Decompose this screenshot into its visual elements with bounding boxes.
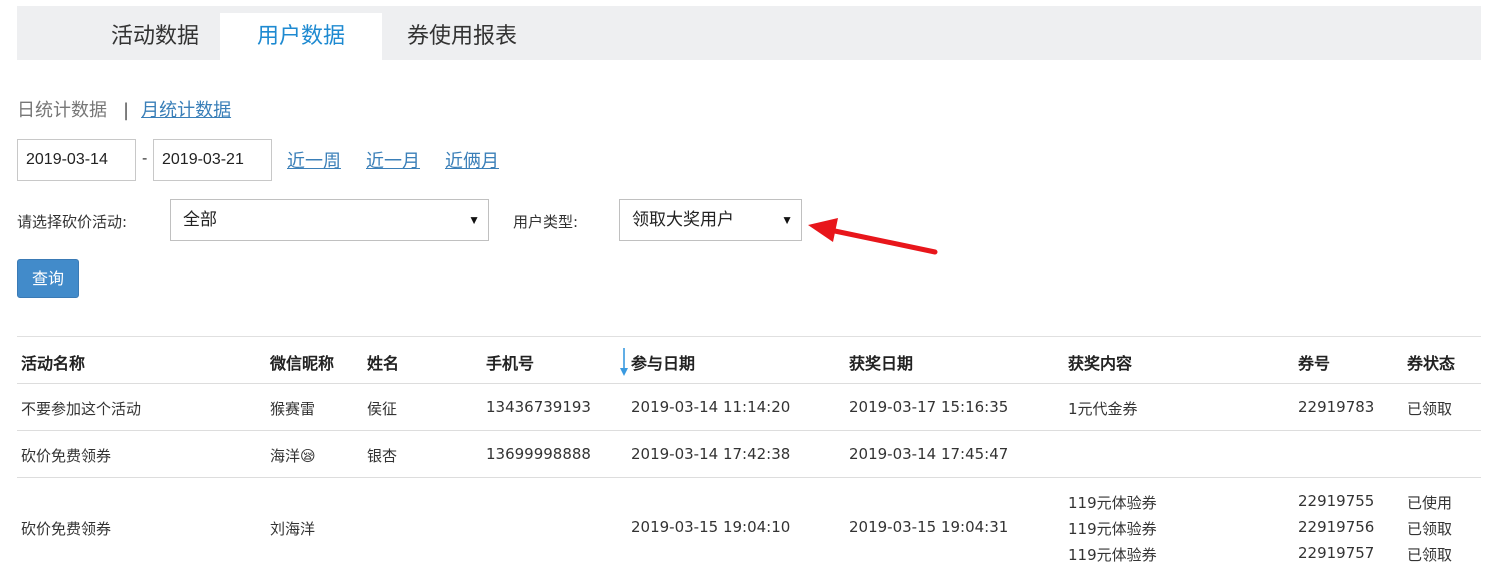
cell-prize-content: 119元体验券 bbox=[1068, 494, 1157, 512]
cell-win-date: 2019-03-17 15:16:35 bbox=[849, 398, 1009, 416]
activity-select-label: 请选择砍价活动: bbox=[17, 213, 128, 231]
user-type-select-value: 领取大奖用户 bbox=[632, 210, 734, 230]
cell-join-date: 2019-03-15 19:04:10 bbox=[631, 518, 791, 536]
cell-coupon-number: 22919756 bbox=[1298, 518, 1375, 536]
col-phone[interactable]: 手机号 bbox=[486, 350, 534, 374]
cell-prize-content: 119元体验券 bbox=[1068, 546, 1157, 564]
cell-nickname: 猴赛雷 bbox=[270, 400, 316, 418]
cell-coupon-status: 已领取 bbox=[1407, 400, 1453, 418]
cell-prize-content: 119元体验券 bbox=[1068, 520, 1157, 538]
col-join-date[interactable]: 参与日期 bbox=[631, 350, 695, 374]
cell-phone: 13436739193 bbox=[486, 398, 591, 416]
col-activity-name[interactable]: 活动名称 bbox=[21, 350, 85, 374]
cell-coupon-number: 22919783 bbox=[1298, 398, 1375, 416]
user-type-label: 用户类型: bbox=[513, 213, 579, 231]
cell-activity: 不要参加这个活动 bbox=[21, 400, 142, 418]
cell-coupon-number: 22919755 bbox=[1298, 492, 1375, 510]
cell-join-date: 2019-03-14 17:42:38 bbox=[631, 445, 791, 463]
tab-user-data[interactable]: 用户数据 bbox=[220, 13, 382, 60]
row-divider bbox=[17, 477, 1481, 478]
nickname-text: 海洋 bbox=[270, 447, 301, 465]
sort-indicator-icon[interactable] bbox=[620, 347, 628, 377]
cell-name: 银杏 bbox=[367, 447, 398, 465]
col-name[interactable]: 姓名 bbox=[367, 350, 399, 374]
daily-stats-label: 日统计数据 bbox=[17, 100, 107, 121]
end-date-input[interactable]: 2019-03-21 bbox=[153, 139, 272, 181]
tab-coupon-report[interactable]: 券使用报表 bbox=[382, 13, 542, 60]
col-win-date[interactable]: 获奖日期 bbox=[849, 350, 913, 374]
cell-coupon-number: 22919757 bbox=[1298, 544, 1375, 562]
nav-separator: | bbox=[123, 100, 130, 121]
last-week-link[interactable]: 近一周 bbox=[287, 147, 341, 173]
cell-activity: 砍价免费领券 bbox=[21, 447, 112, 465]
table-top-border bbox=[17, 336, 1481, 337]
row-divider bbox=[17, 383, 1481, 384]
dropdown-caret-icon: ▼ bbox=[468, 213, 480, 227]
last-month-link[interactable]: 近一月 bbox=[366, 147, 420, 173]
cell-nickname: 海洋😪 bbox=[270, 445, 316, 466]
cell-activity: 砍价免费领券 bbox=[21, 520, 112, 538]
cell-nickname: 刘海洋 bbox=[270, 520, 316, 538]
user-type-select[interactable]: 领取大奖用户 ▼ bbox=[619, 199, 802, 241]
monthly-stats-link[interactable]: 月统计数据 bbox=[141, 100, 231, 121]
col-prize-content[interactable]: 获奖内容 bbox=[1068, 350, 1132, 374]
activity-select-value: 全部 bbox=[183, 210, 217, 230]
row-divider bbox=[17, 430, 1481, 431]
cell-win-date: 2019-03-15 19:04:31 bbox=[849, 518, 1009, 536]
start-date-input[interactable]: 2019-03-14 bbox=[17, 139, 136, 181]
col-coupon-number[interactable]: 券号 bbox=[1298, 350, 1330, 374]
dropdown-caret-icon: ▼ bbox=[781, 213, 793, 227]
query-button[interactable]: 查询 bbox=[17, 259, 79, 298]
tab-activity-data[interactable]: 活动数据 bbox=[73, 13, 237, 60]
cell-coupon-status: 已使用 bbox=[1407, 494, 1453, 512]
cell-join-date: 2019-03-14 11:14:20 bbox=[631, 398, 791, 416]
col-nickname[interactable]: 微信昵称 bbox=[270, 350, 334, 374]
sleepy-face-emoji-icon: 😪 bbox=[300, 447, 316, 465]
col-coupon-status[interactable]: 券状态 bbox=[1407, 350, 1455, 374]
cell-win-date: 2019-03-14 17:45:47 bbox=[849, 445, 1009, 463]
activity-select[interactable]: 全部 ▼ bbox=[170, 199, 489, 241]
cell-phone: 13699998888 bbox=[486, 445, 591, 463]
cell-coupon-status: 已领取 bbox=[1407, 546, 1453, 564]
last-two-months-link[interactable]: 近俩月 bbox=[445, 147, 499, 173]
date-separator: - bbox=[142, 150, 148, 167]
cell-prize-content: 1元代金券 bbox=[1068, 400, 1138, 418]
stat-period-nav: 日统计数据 | 月统计数据 bbox=[17, 96, 231, 122]
red-arrow-annotation bbox=[808, 218, 938, 255]
cell-coupon-status: 已领取 bbox=[1407, 520, 1453, 538]
cell-name: 侯征 bbox=[367, 400, 398, 418]
tab-bar: 活动数据 用户数据 券使用报表 bbox=[17, 6, 1481, 60]
